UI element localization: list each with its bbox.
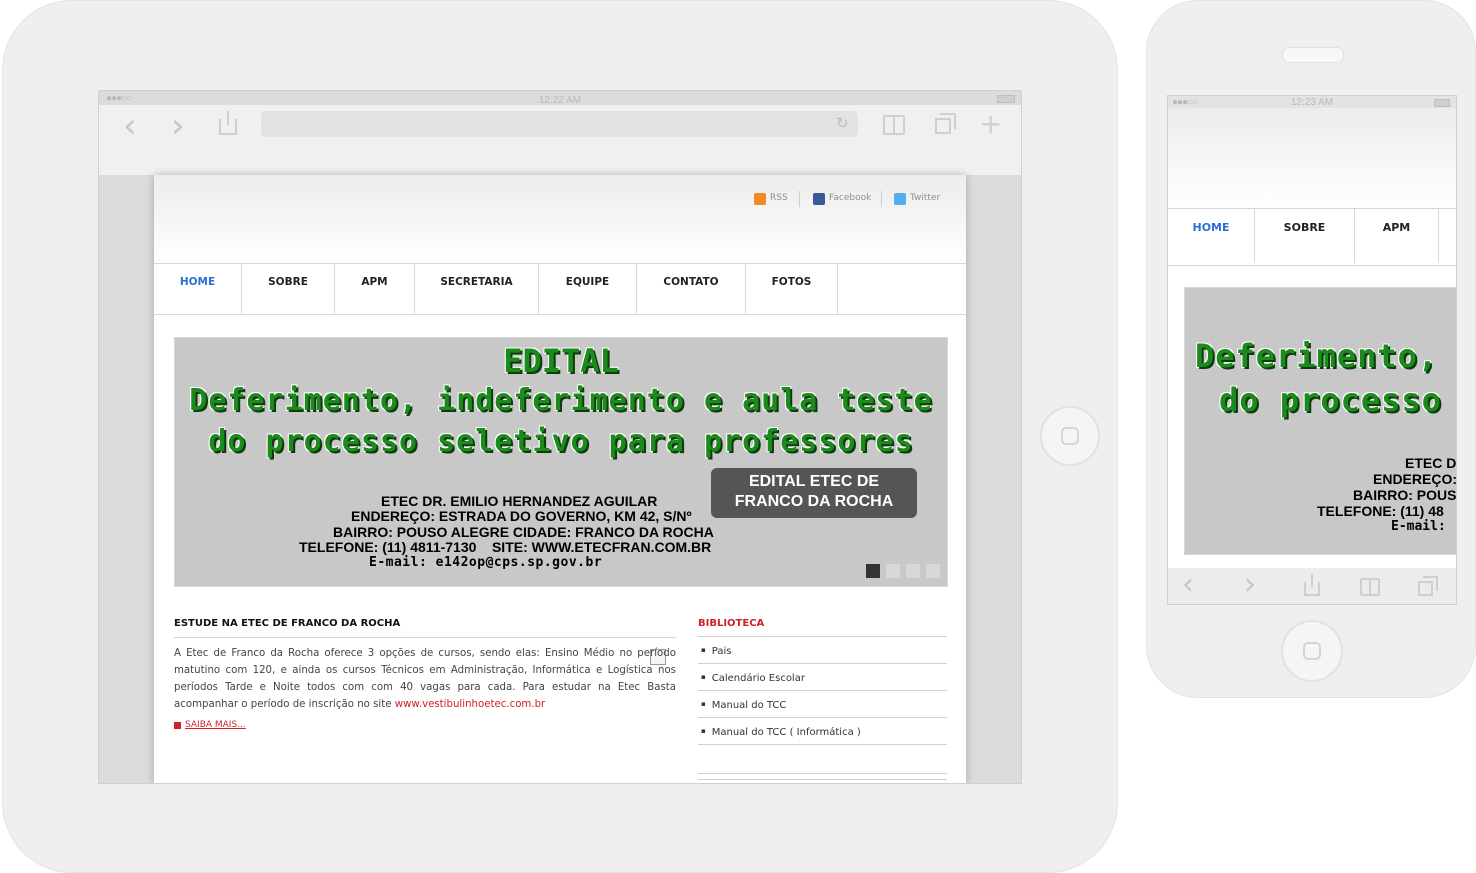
banner-info1: ETEC D [1405,455,1457,471]
banner-line2: do processo [1219,381,1442,419]
phone-nav: HOME SOBRE APM [1168,209,1456,266]
banner-info2: ENDEREÇO: [1373,471,1457,487]
twitter-link[interactable]: Twitter [910,193,940,203]
edital-badge-line1: EDITAL ETEC DE [748,473,880,490]
tablet-home-button[interactable] [1040,406,1100,466]
banner-line1: Deferimento, [1195,337,1439,375]
sidebar-list: ▪ Pais ▪ Calendário Escolar ▪ Manual do TCC… [698,637,947,745]
reload-icon[interactable]: ↻ [836,114,849,132]
sidebar-item-label: Manual do TCC [711,700,787,711]
edital-badge: EDITAL ETEC DE FRANCO DA ROCHA [711,468,917,518]
banner-info5: E-mail: e142op@cps.sp.gov.br [369,555,603,570]
edital-badge-line2: FRANCO DA ROCHA [734,493,894,510]
back-button[interactable]: ‹ [1182,570,1194,600]
social-divider [881,191,882,207]
battery-icon [1434,99,1450,107]
article-title: ESTUDE NA ETEC DE FRANCO DA ROCHA [174,618,401,629]
social-divider [799,191,800,207]
back-button[interactable]: ‹ [123,109,137,143]
facebook-icon [813,193,825,205]
facebook-link[interactable]: Facebook [829,193,871,203]
share-button[interactable] [1304,574,1320,596]
banner-info2: ENDEREÇO: ESTRADA DO GOVERNO, KM 42, S/N… [351,508,692,524]
status-time: 12:23 AM [1290,97,1334,108]
article-text: A Etec de Franco da Rocha oferece 3 opçõ… [174,645,676,713]
forward-button[interactable]: › [171,109,185,143]
phone-banner[interactable]: Deferimento, do processo ETEC D ENDEREÇO… [1184,287,1457,555]
nav-equipe[interactable]: EQUIPE [539,264,637,314]
share-button[interactable] [219,111,237,135]
home-square-icon [1061,427,1079,445]
sidebar-item-pais[interactable]: ▪ Pais [698,637,947,664]
sidebar-rule [698,773,947,774]
sidebar-title: BIBLIOTECA [698,618,765,629]
nav-apm[interactable]: APM [335,264,415,314]
nav-fotos[interactable]: FOTOS [746,264,838,314]
sidebar-item-label: Pais [711,646,732,657]
rss-icon [754,193,766,205]
book-spine [1369,580,1371,596]
sidebar-item-calendario[interactable]: ▪ Calendário Escolar [698,664,947,691]
slider-dot[interactable] [886,564,900,578]
bookmarks-button[interactable] [1360,578,1380,596]
slider-dot[interactable] [906,564,920,578]
phone-site-header [1168,108,1456,209]
more-icon [174,722,181,729]
battery-icon [997,95,1015,103]
banner-info4: TELEFONE: (11) 48 [1317,503,1444,519]
new-tab-button[interactable]: + [979,110,1002,138]
website: RSS Facebook Twitter HOME SOBRE APM SECR… [154,175,966,783]
forward-button[interactable]: › [1244,570,1256,600]
bullet-icon: ▪ [701,700,706,708]
phone-home-button[interactable] [1281,620,1343,682]
slider-dot[interactable] [926,564,940,578]
sidebar-item-manual-tcc[interactable]: ▪ Manual do TCC [698,691,947,718]
nav-home[interactable]: HOME [1168,209,1255,263]
phone-speaker [1282,47,1344,63]
book-spine [893,117,895,135]
article-rule [174,637,676,638]
nav-secretaria[interactable]: SECRETARIA [415,264,539,314]
banner-info5: E-mail: [1391,519,1446,534]
tablet-screen: ●●●○○ 12:22 AM ‹ › ↻ + RSS Facebook Twit… [98,90,1022,784]
banner-line2: do processo seletivo para professores [208,424,914,459]
banner-slider[interactable]: EDITAL Deferimento, indeferimento e aula… [174,337,948,587]
site-header: RSS Facebook Twitter [154,175,966,263]
home-square-icon [1303,642,1321,660]
slider-dot-active[interactable] [866,564,880,578]
tabs-icon-back [940,113,956,129]
tabs-icon-back [1423,576,1438,591]
sidebar-item-label: Calendário Escolar [711,673,805,684]
twitter-icon [894,193,906,205]
nav-sobre[interactable]: SOBRE [1255,209,1355,263]
nav-sobre[interactable]: SOBRE [242,264,335,314]
banner-line1: Deferimento, indeferimento e aula teste [189,383,933,418]
sidebar-rule [698,779,947,780]
sidebar-item-label: Manual do TCC ( Informática ) [711,727,861,738]
bullet-icon: ▪ [701,673,706,681]
tabs-button[interactable] [1418,576,1438,596]
nav-apm[interactable]: APM [1355,209,1439,263]
phone-screen: ●●●○○ 12:23 AM HOME SOBRE APM Deferiment… [1167,95,1457,605]
bullet-icon: ▪ [701,646,706,654]
tabs-button[interactable] [935,113,957,135]
vestibulinho-link[interactable]: www.vestibulinhoetec.com.br [395,699,545,710]
bookmarks-button[interactable] [883,115,905,135]
share-arrow [227,111,229,125]
share-arrow [1311,574,1313,587]
banner-info4: TELEFONE: (11) 4811-7130 SITE: WWW.ETECF… [299,539,712,555]
banner-info3: BAIRRO: POUS [1353,487,1457,503]
saiba-mais-link[interactable]: SAIBA MAIS... [185,720,246,730]
main-nav: HOME SOBRE APM SECRETARIA EQUIPE CONTATO… [154,263,966,315]
banner-title: EDITAL [503,342,619,380]
bullet-icon: ▪ [701,727,706,735]
sidebar-item-manual-tcc-informatica[interactable]: ▪ Manual do TCC ( Informática ) [698,718,947,745]
rss-link[interactable]: RSS [770,193,788,203]
nav-home[interactable]: HOME [154,264,242,314]
address-bar[interactable] [261,111,858,137]
nav-contato[interactable]: CONTATO [637,264,746,314]
